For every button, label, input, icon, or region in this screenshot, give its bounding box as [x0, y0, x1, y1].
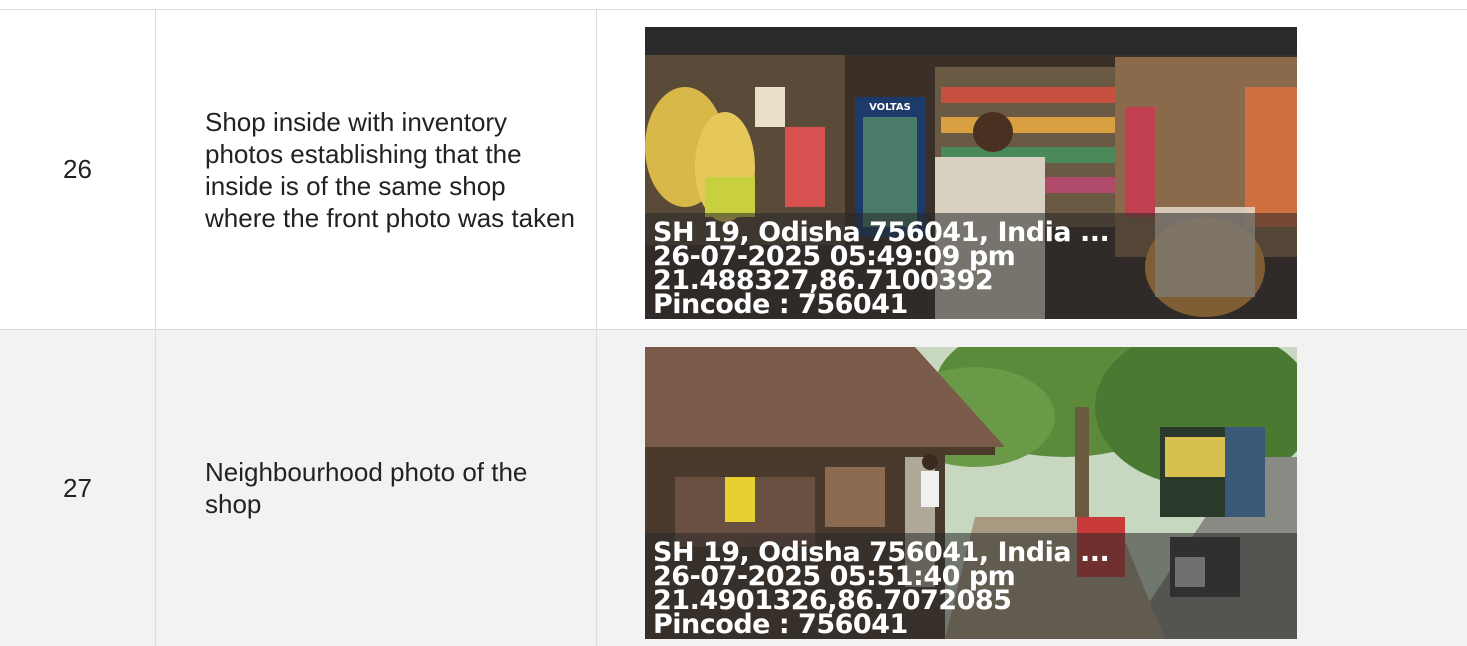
shop-inside-photo: VOLTAS SH 19, Odisha 756041, India ... 2… [645, 27, 1297, 319]
geotag-stamp: SH 19, Odisha 756041, India ... 26-07-20… [653, 539, 1110, 639]
geotag-pincode: Pincode : 756041 [653, 609, 908, 639]
row-description: Neighbourhood photo of the shop [156, 330, 597, 646]
row-description: Shop inside with inventory photos establ… [156, 10, 597, 329]
photo-cell: VOLTAS SH 19, Odisha 756041, India ... 2… [597, 10, 1467, 329]
geotag-pincode: Pincode : 756041 [653, 289, 908, 319]
photo-cell: SH 19, Odisha 756041, India ... 26-07-20… [597, 330, 1467, 646]
table-row: 26 Shop inside with inventory photos est… [0, 10, 1467, 330]
fridge-brand-label: VOLTAS [869, 102, 911, 113]
row-number: 27 [0, 330, 156, 646]
row-number: 26 [0, 10, 156, 329]
table-row: 27 Neighbourhood photo of the shop SH 19… [0, 330, 1467, 646]
neighbourhood-photo: SH 19, Odisha 756041, India ... 26-07-20… [645, 347, 1297, 639]
photo-evidence-table: 26 Shop inside with inventory photos est… [0, 9, 1467, 646]
geotag-stamp: SH 19, Odisha 756041, India ... 26-07-20… [653, 219, 1110, 319]
